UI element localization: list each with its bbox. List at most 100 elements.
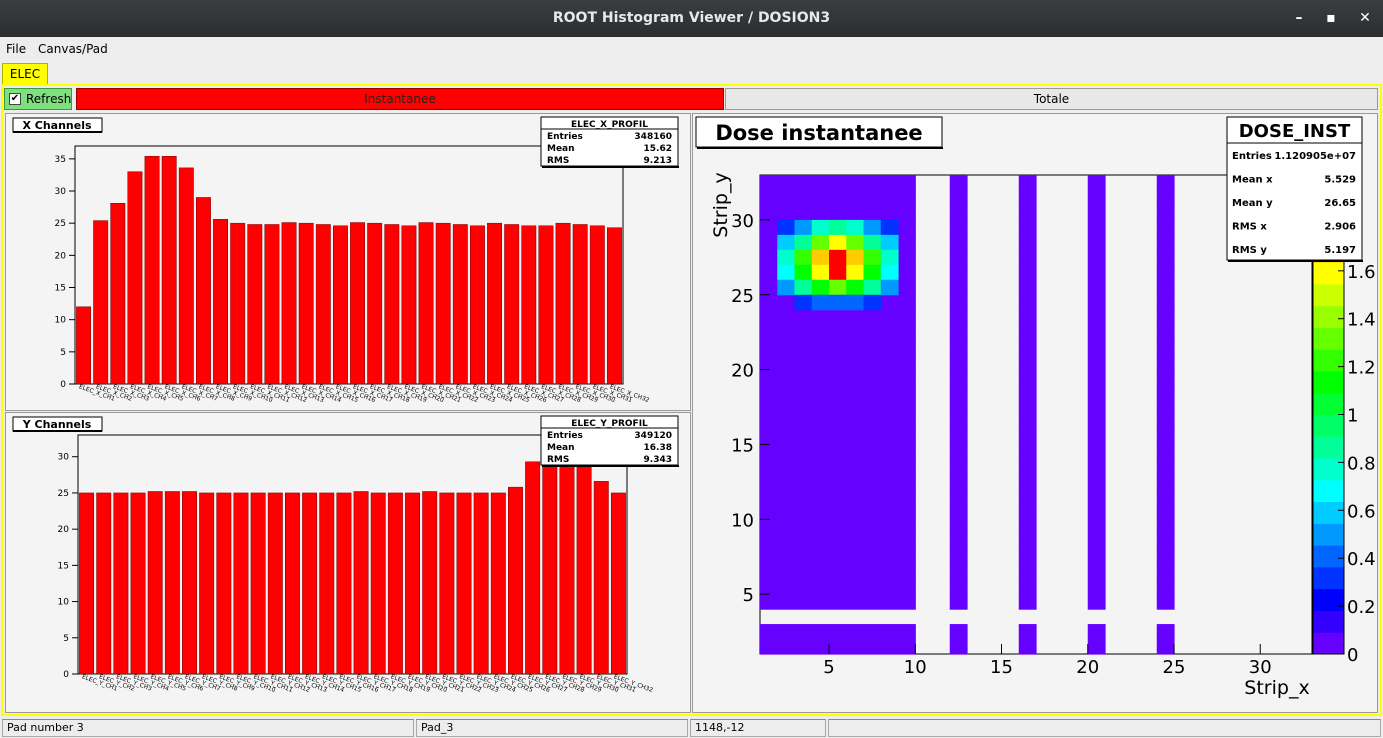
stats-value: 349120 bbox=[634, 431, 672, 441]
heat-cell bbox=[1156, 354, 1175, 371]
heat-cell bbox=[898, 294, 916, 311]
heat-cell bbox=[829, 189, 847, 206]
heat-cell-hot bbox=[846, 264, 865, 281]
heat-cell-hot bbox=[794, 234, 813, 251]
heat-cell bbox=[777, 189, 796, 206]
stats-key: RMS x bbox=[1232, 222, 1267, 233]
bar-22 bbox=[439, 492, 455, 675]
heat-cell bbox=[949, 384, 968, 401]
heat-cell-hot bbox=[846, 249, 865, 266]
status-extra bbox=[828, 719, 1381, 737]
refresh-checkbox[interactable]: ✔ Refresh bbox=[4, 88, 72, 110]
heat-cell bbox=[777, 414, 796, 431]
y-tick-label: 15 bbox=[55, 284, 66, 294]
maximize-icon[interactable]: ▪ bbox=[1320, 8, 1342, 28]
menu-canvas-pad[interactable]: Canvas/Pad bbox=[38, 42, 108, 56]
heat-cell bbox=[760, 354, 778, 371]
instantanee-button[interactable]: Instantanee bbox=[76, 88, 724, 110]
status-bar: Pad number 3 Pad_3 1148,-12 bbox=[0, 717, 1383, 738]
pad-y-channels[interactable]: Y Channels 0 5 10 15 20 25 30 ELEC_Y_CH1 ELEC_Y_C… bbox=[5, 412, 691, 713]
heat-cell bbox=[1087, 489, 1106, 505]
palette-swatch bbox=[1313, 349, 1344, 372]
heat-cell bbox=[829, 504, 847, 520]
heat-cell bbox=[949, 324, 968, 341]
y-tick-label: 0 bbox=[60, 380, 66, 390]
heat-cell bbox=[949, 309, 968, 326]
heat-cell bbox=[794, 594, 813, 610]
heat-cell bbox=[898, 624, 916, 640]
pad-dose[interactable]: 5 10 15 20 25 30 5 10 15 20 25 30 Strip_x Strip_y 0 0.2… bbox=[692, 113, 1378, 713]
y-tick-label: 30 bbox=[58, 453, 70, 463]
heat-cell bbox=[1087, 369, 1106, 386]
heat-cell bbox=[1018, 369, 1037, 386]
bar-16 bbox=[332, 225, 348, 385]
heat-cell bbox=[1018, 504, 1037, 520]
heat-cell bbox=[829, 354, 847, 371]
heat-cell bbox=[794, 534, 813, 550]
heat-cell bbox=[760, 175, 778, 191]
heat-cell-hot bbox=[846, 294, 865, 311]
close-icon[interactable]: ✕ bbox=[1354, 8, 1376, 28]
heat-cell bbox=[1018, 204, 1037, 221]
heat-cell bbox=[880, 624, 899, 640]
heat-cell bbox=[846, 579, 865, 595]
heat-cell bbox=[1087, 504, 1106, 520]
heat-cell bbox=[949, 234, 968, 251]
heat-cell bbox=[1087, 339, 1106, 356]
tab-elec[interactable]: ELEC bbox=[2, 63, 48, 85]
heat-cell bbox=[811, 594, 830, 610]
heat-cell bbox=[1156, 534, 1175, 550]
heat-cell-hot bbox=[794, 279, 813, 296]
bar-4 bbox=[130, 492, 146, 675]
heat-cell bbox=[846, 504, 865, 520]
bar-30 bbox=[572, 224, 588, 385]
bar-13 bbox=[281, 222, 297, 385]
palette-swatch bbox=[1313, 458, 1344, 481]
bar-29 bbox=[555, 222, 571, 385]
heat-cell bbox=[880, 189, 899, 206]
bar-15 bbox=[319, 492, 335, 675]
heat-cell bbox=[794, 444, 813, 461]
pad-x-channels[interactable]: X Channels 0 5 10 15 20 25 30 35 ELEC_X_CH1 ELEC_X… bbox=[5, 113, 691, 411]
heat-cell bbox=[1087, 639, 1106, 655]
heat-cell bbox=[829, 324, 847, 341]
bar-2 bbox=[96, 492, 112, 675]
heat-cell bbox=[846, 534, 865, 550]
heat-cell bbox=[1087, 429, 1106, 446]
totale-button[interactable]: Totale bbox=[725, 88, 1378, 110]
heat-cell bbox=[1087, 579, 1106, 595]
heat-cell bbox=[863, 354, 882, 371]
palette-swatch bbox=[1313, 327, 1344, 350]
stats-key: Mean bbox=[547, 443, 575, 453]
status-pad-name: Pad_3 bbox=[416, 719, 688, 737]
heat-cell bbox=[1018, 279, 1037, 296]
heat-cell bbox=[1087, 534, 1106, 550]
bar-27 bbox=[521, 225, 537, 385]
heat-cell bbox=[863, 579, 882, 595]
heat-cell bbox=[777, 474, 796, 490]
menu-file[interactable]: File bbox=[6, 42, 26, 56]
heat-cell bbox=[777, 429, 796, 446]
heat-cell bbox=[880, 204, 899, 221]
stats-value: 26.65 bbox=[1324, 198, 1356, 209]
heat-cell bbox=[880, 594, 899, 610]
minimize-icon[interactable]: – bbox=[1288, 8, 1310, 28]
heat-cell bbox=[794, 504, 813, 520]
z-tick-label: 0 bbox=[1347, 645, 1358, 666]
heat-cell bbox=[777, 339, 796, 356]
heat-cell bbox=[949, 624, 968, 640]
checkmark-icon[interactable]: ✔ bbox=[9, 93, 21, 105]
heat-cell bbox=[949, 189, 968, 206]
heat-cell bbox=[1018, 264, 1037, 281]
bar-28 bbox=[542, 457, 558, 675]
heat-cell bbox=[1087, 189, 1106, 206]
stats-name: DOSE_INST bbox=[1239, 121, 1351, 142]
heat-cell bbox=[880, 384, 899, 401]
heat-cell bbox=[846, 444, 865, 461]
z-tick-label: 0.2 bbox=[1347, 597, 1376, 618]
x-tick-label: 30 bbox=[1249, 657, 1272, 678]
bar-2 bbox=[93, 220, 109, 385]
heat-cell bbox=[811, 414, 830, 431]
heat-cell bbox=[949, 594, 968, 610]
heat-cell bbox=[760, 264, 778, 281]
